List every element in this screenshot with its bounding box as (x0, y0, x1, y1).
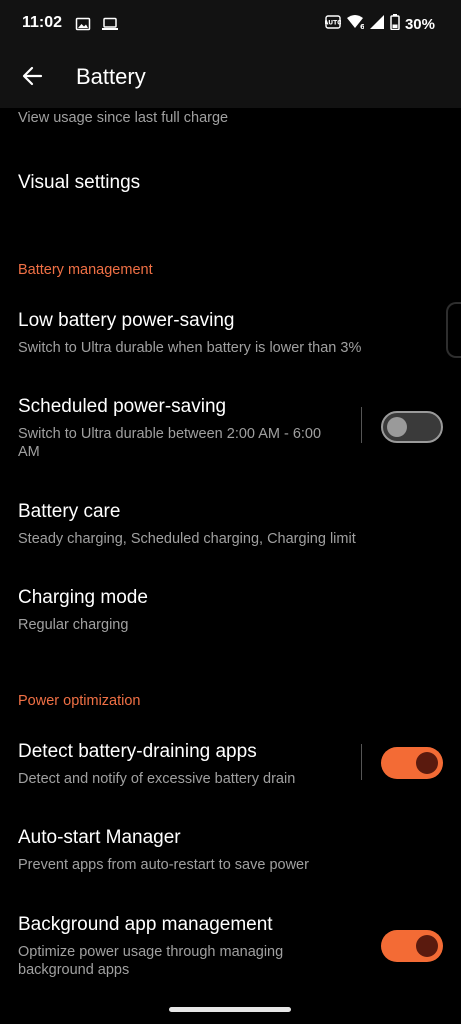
status-right-icons: AUTO 6 30% (324, 14, 435, 35)
page-title: Battery (76, 64, 146, 89)
background-app-management-item[interactable]: Background app management Optimize power… (18, 914, 338, 979)
charging-mode-item[interactable]: Charging mode Regular charging (18, 587, 358, 634)
battery-care-title: Battery care (18, 501, 121, 522)
battery-percent: 30% (404, 16, 435, 33)
arrow-back-icon (21, 65, 43, 92)
visual-settings-item[interactable]: Visual settings (18, 172, 358, 194)
detect-battery-draining-item[interactable]: Detect battery-draining apps Detect and … (18, 741, 358, 788)
charging-mode-subtitle: Regular charging (18, 617, 129, 633)
section-battery-management: Battery management (18, 262, 153, 278)
status-time: 11:02 (22, 14, 63, 31)
detect-draining-title: Detect battery-draining apps (18, 741, 257, 762)
divider (361, 407, 362, 443)
battery-usage-subtitle: View usage since last full charge (18, 110, 229, 126)
auto-start-subtitle: Prevent apps from auto-restart to save p… (18, 857, 309, 873)
scheduled-subtitle: Switch to Ultra durable between 2:00 AM … (18, 426, 322, 460)
gallery-icon (75, 16, 91, 37)
background-mgmt-title: Background app management (18, 914, 273, 935)
background-app-management-toggle[interactable] (381, 930, 443, 962)
battery-icon (390, 14, 400, 35)
divider (361, 744, 362, 780)
battery-care-item[interactable]: Battery care Steady charging, Scheduled … (18, 501, 438, 548)
wifi-icon: 6 (346, 14, 365, 35)
laptop-icon (101, 16, 119, 37)
visual-settings-title: Visual settings (18, 172, 141, 193)
signal-icon (369, 14, 385, 35)
section-power-optimization: Power optimization (18, 693, 141, 709)
edge-panel-handle[interactable] (446, 302, 461, 358)
auto-icon: AUTO (324, 14, 342, 35)
back-button[interactable] (16, 62, 48, 94)
auto-start-manager-item[interactable]: Auto-start Manager Prevent apps from aut… (18, 827, 438, 874)
battery-usage-item[interactable]: View usage since last full charge (18, 109, 358, 127)
status-left-icons (75, 16, 119, 37)
toggle-knob (387, 417, 407, 437)
battery-care-subtitle: Steady charging, Scheduled charging, Cha… (18, 531, 356, 547)
gesture-nav-bar[interactable] (169, 1007, 291, 1012)
app-bar: Battery (0, 50, 461, 108)
background-mgmt-subtitle: Optimize power usage through managing ba… (18, 944, 284, 978)
charging-mode-title: Charging mode (18, 587, 148, 608)
status-bar: 11:02 AUTO 6 30% (0, 0, 461, 50)
detect-battery-draining-toggle[interactable] (381, 747, 443, 779)
svg-text:6: 6 (360, 23, 364, 30)
auto-start-title: Auto-start Manager (18, 827, 181, 848)
toggle-knob (416, 935, 438, 957)
scheduled-power-saving-item[interactable]: Scheduled power-saving Switch to Ultra d… (18, 396, 338, 461)
scheduled-power-saving-toggle[interactable] (381, 411, 443, 443)
scheduled-title: Scheduled power-saving (18, 396, 227, 417)
low-battery-subtitle: Switch to Ultra durable when battery is … (18, 340, 362, 356)
low-battery-title: Low battery power-saving (18, 310, 235, 331)
detect-draining-subtitle: Detect and notify of excessive battery d… (18, 771, 296, 787)
toggle-knob (416, 752, 438, 774)
low-battery-power-saving-item[interactable]: Low battery power-saving Switch to Ultra… (18, 310, 438, 357)
svg-text:AUTO: AUTO (325, 20, 341, 27)
